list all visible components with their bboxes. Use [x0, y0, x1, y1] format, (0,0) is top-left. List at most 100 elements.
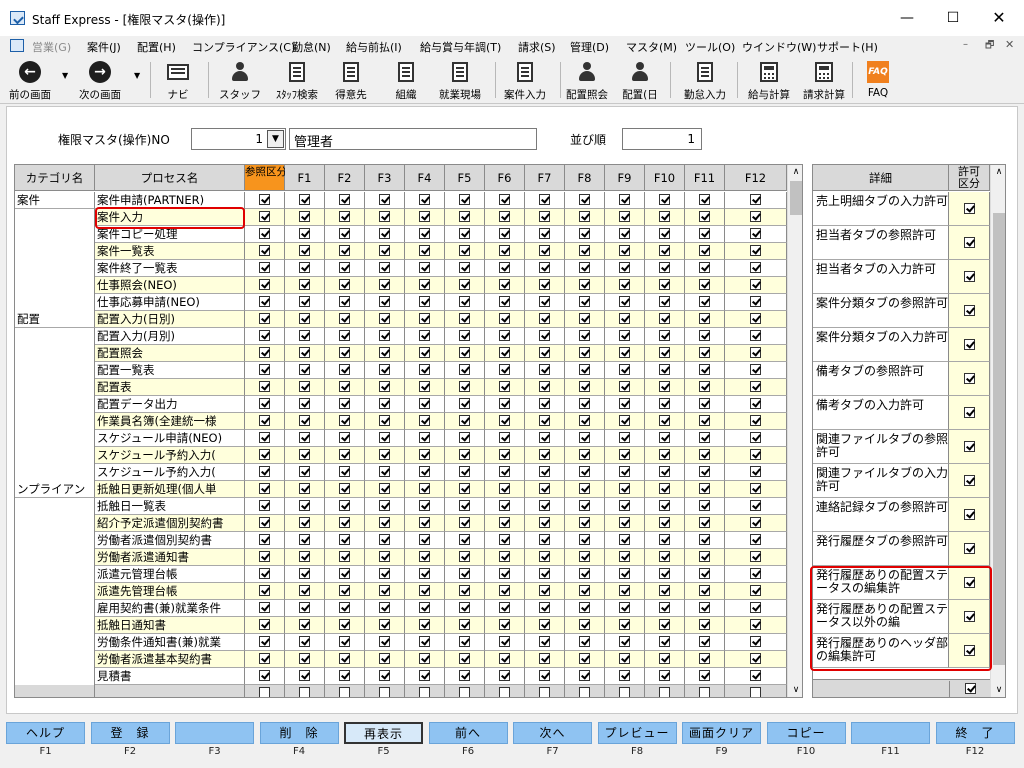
permission-checkbox[interactable] — [259, 500, 270, 511]
permission-checkbox[interactable] — [579, 551, 590, 562]
permission-checkbox[interactable] — [499, 313, 510, 324]
permission-checkbox[interactable] — [379, 568, 390, 579]
permission-checkbox[interactable] — [539, 194, 550, 205]
scroll-down-icon[interactable]: ∨ — [991, 685, 1005, 695]
permission-checkbox[interactable] — [659, 211, 670, 222]
permission-checkbox[interactable] — [419, 415, 430, 426]
permission-checkbox[interactable] — [699, 279, 710, 290]
menu-item[interactable]: 案件(J) — [87, 39, 121, 55]
permission-checkbox[interactable] — [299, 483, 310, 494]
process-name-cell[interactable]: 労働者派遣個別契約書 — [95, 532, 245, 549]
permission-checkbox[interactable] — [339, 347, 350, 358]
permission-checkbox[interactable] — [259, 534, 270, 545]
permission-checkbox[interactable] — [259, 551, 270, 562]
detail-scrollbar[interactable]: ∧ ∨ — [990, 165, 1005, 697]
permission-checkbox[interactable] — [419, 398, 430, 409]
permission-checkbox[interactable] — [539, 483, 550, 494]
permission-checkbox[interactable] — [539, 670, 550, 681]
permission-checkbox[interactable] — [539, 211, 550, 222]
permission-checkbox[interactable] — [499, 432, 510, 443]
process-name-cell[interactable]: 抵触日更新処理(個人単 — [95, 481, 245, 498]
toolbar-button[interactable]: ← 前の画面 — [4, 58, 56, 102]
permission-checkbox[interactable] — [459, 364, 470, 375]
scroll-up-icon[interactable]: ∧ — [788, 167, 802, 177]
toolbar-button[interactable]: → 次の画面 — [71, 58, 129, 102]
permission-checkbox[interactable] — [419, 585, 430, 596]
permission-checkbox[interactable] — [419, 551, 430, 562]
detail-checkbox[interactable] — [963, 373, 975, 384]
mdi-document-icon[interactable] — [10, 39, 24, 52]
permission-checkbox[interactable] — [619, 500, 630, 511]
permission-checkbox[interactable] — [379, 517, 390, 528]
permission-checkbox[interactable] — [379, 653, 390, 664]
permission-checkbox[interactable] — [419, 534, 430, 545]
permission-checkbox[interactable] — [339, 415, 350, 426]
permission-checkbox[interactable] — [339, 653, 350, 664]
menu-item[interactable]: ウインドウ(W) — [742, 39, 816, 55]
permission-checkbox[interactable] — [419, 381, 430, 392]
permission-checkbox[interactable] — [659, 551, 670, 562]
permission-checkbox[interactable] — [659, 296, 670, 307]
permission-checkbox[interactable] — [339, 245, 350, 256]
permission-checkbox[interactable] — [659, 585, 670, 596]
permission-checkbox[interactable] — [499, 364, 510, 375]
process-name-cell[interactable]: 配置入力(日別) — [95, 311, 245, 328]
permission-checkbox[interactable] — [539, 279, 550, 290]
permission-checkbox[interactable] — [499, 568, 510, 579]
permission-checkbox[interactable] — [699, 330, 710, 341]
permission-checkbox[interactable] — [379, 364, 390, 375]
grid-scrollbar[interactable]: ∧ ∨ — [787, 165, 802, 697]
permission-checkbox[interactable] — [259, 568, 270, 579]
permission-checkbox[interactable] — [339, 211, 350, 222]
menu-item[interactable]: 勤怠(N) — [292, 39, 331, 55]
permission-checkbox[interactable] — [579, 398, 590, 409]
permission-checkbox[interactable] — [619, 466, 630, 477]
permission-checkbox[interactable] — [259, 245, 270, 256]
permission-checkbox[interactable] — [459, 313, 470, 324]
permission-checkbox[interactable] — [750, 619, 761, 630]
permission-checkbox[interactable] — [379, 500, 390, 511]
total-checkbox[interactable] — [699, 687, 710, 697]
permission-checkbox[interactable] — [750, 466, 761, 477]
permission-checkbox[interactable] — [379, 670, 390, 681]
permission-checkbox[interactable] — [539, 313, 550, 324]
permission-checkbox[interactable] — [379, 347, 390, 358]
permission-checkbox[interactable] — [699, 585, 710, 596]
process-name-cell[interactable]: スケジュール申請(NEO) — [95, 430, 245, 447]
permission-checkbox[interactable] — [539, 466, 550, 477]
menu-item[interactable]: マスタ(M) — [626, 39, 677, 55]
permission-checkbox[interactable] — [659, 466, 670, 477]
detail-checkbox[interactable] — [963, 543, 975, 554]
permission-checkbox[interactable] — [299, 398, 310, 409]
menu-item[interactable]: サポート(H) — [817, 39, 878, 55]
permission-checkbox[interactable] — [459, 398, 470, 409]
permission-checkbox[interactable] — [459, 330, 470, 341]
minimize-button[interactable]: — — [884, 0, 930, 36]
fkey-button[interactable] — [175, 722, 254, 744]
permission-checkbox[interactable] — [750, 211, 761, 222]
detail-checkbox[interactable] — [963, 203, 975, 214]
permission-checkbox[interactable] — [499, 347, 510, 358]
permission-checkbox[interactable] — [419, 245, 430, 256]
permission-checkbox[interactable] — [499, 211, 510, 222]
permission-checkbox[interactable] — [419, 194, 430, 205]
detail-checkbox[interactable] — [963, 441, 975, 452]
permission-checkbox[interactable] — [659, 194, 670, 205]
permission-checkbox[interactable] — [750, 534, 761, 545]
permission-checkbox[interactable] — [619, 228, 630, 239]
permission-checkbox[interactable] — [339, 398, 350, 409]
permission-checkbox[interactable] — [619, 568, 630, 579]
process-name-cell[interactable]: 雇用契約書(兼)就業条件 — [95, 600, 245, 617]
process-name-cell[interactable]: 仕事応募申請(NEO) — [95, 294, 245, 311]
permission-checkbox[interactable] — [539, 330, 550, 341]
permission-checkbox[interactable] — [459, 517, 470, 528]
permission-checkbox[interactable] — [299, 534, 310, 545]
permission-checkbox[interactable] — [419, 466, 430, 477]
dropdown-arrow-icon[interactable]: ▼ — [267, 130, 284, 148]
permission-checkbox[interactable] — [459, 483, 470, 494]
detail-checkbox[interactable] — [963, 339, 975, 350]
total-checkbox[interactable] — [419, 687, 430, 697]
permission-checkbox[interactable] — [539, 364, 550, 375]
permission-checkbox[interactable] — [419, 449, 430, 460]
permission-checkbox[interactable] — [750, 347, 761, 358]
